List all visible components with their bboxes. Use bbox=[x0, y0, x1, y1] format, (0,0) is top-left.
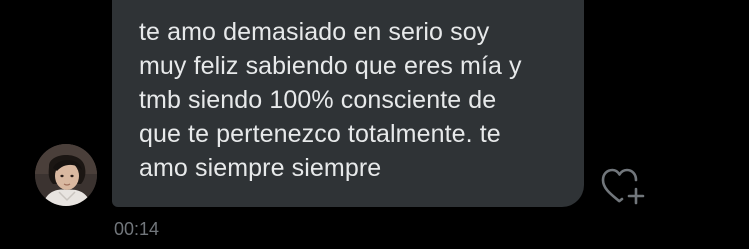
reaction-button[interactable] bbox=[598, 163, 650, 207]
heart-plus-icon bbox=[601, 168, 645, 205]
message-timestamp: 00:14 bbox=[114, 219, 160, 239]
dm-conversation-view: te amo demasiado en serio soy muy feliz … bbox=[0, 0, 749, 249]
message-bubble[interactable]: te amo demasiado en serio soy muy feliz … bbox=[112, 0, 584, 207]
message-text: te amo demasiado en serio soy muy feliz … bbox=[139, 18, 522, 182]
avatar-photo bbox=[35, 144, 97, 206]
avatar[interactable] bbox=[35, 144, 97, 206]
